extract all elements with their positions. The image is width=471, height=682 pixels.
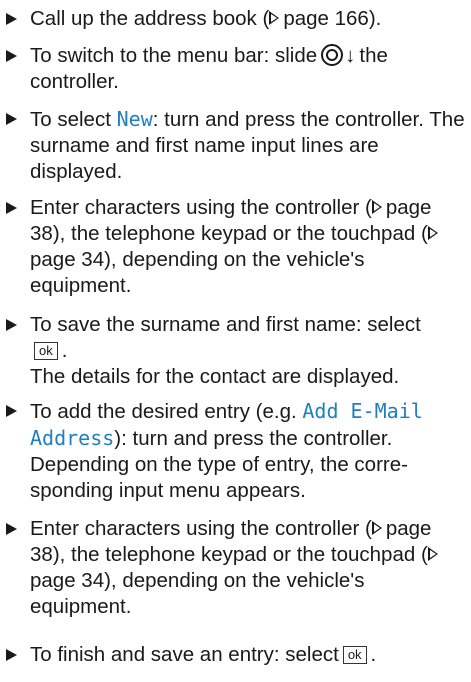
step-8: To finish and save an entry: select ok. bbox=[6, 642, 466, 668]
step-6: To add the desired entry (e.g. Add E-Mai… bbox=[6, 398, 466, 504]
step-text: To add the desired entry (e.g. bbox=[30, 400, 303, 423]
ok-softkey: ok bbox=[342, 646, 367, 664]
step-text: Enter characters using the controller ( bbox=[30, 196, 372, 219]
page-reference-arrow-icon bbox=[427, 226, 438, 240]
step-text: . bbox=[370, 643, 377, 666]
page-reference: page 34 bbox=[30, 248, 105, 271]
step-text: . bbox=[61, 339, 68, 362]
step-text: ), the telephone keypad or the touchpad … bbox=[52, 543, 428, 566]
display-term: New bbox=[116, 107, 153, 131]
step-text: To save the surname and first name: sele… bbox=[30, 313, 421, 336]
triangle-bullet-icon bbox=[6, 113, 17, 125]
step-text: Call up the address book ( bbox=[30, 7, 270, 30]
page-reference: page 34 bbox=[30, 569, 105, 592]
step-text: To finish and save an entry: select bbox=[30, 643, 339, 666]
page-reference-arrow-icon bbox=[269, 11, 280, 25]
controller-icon bbox=[321, 44, 344, 66]
step-text: ), the telephone keypad or the touchpad … bbox=[52, 222, 428, 245]
page-reference-arrow-icon bbox=[427, 547, 438, 561]
step-4: Enter characters using the controller ( p… bbox=[6, 195, 466, 299]
step-text: Enter characters using the controller ( bbox=[30, 517, 372, 540]
triangle-bullet-icon bbox=[6, 50, 17, 62]
step-text: ). bbox=[368, 7, 382, 30]
triangle-bullet-icon bbox=[6, 202, 17, 214]
step-result: The details for the contact are displaye… bbox=[30, 365, 400, 388]
step-text: To switch to the menu bar: slide bbox=[30, 44, 318, 67]
triangle-bullet-icon bbox=[6, 523, 17, 535]
triangle-bullet-icon bbox=[6, 319, 17, 331]
page-reference-arrow-icon bbox=[371, 200, 382, 214]
step-3: To select New: turn and press the contro… bbox=[6, 106, 466, 185]
ok-softkey: ok bbox=[34, 342, 58, 360]
step-1: Call up the address book ( page 166). bbox=[6, 6, 466, 32]
step-text: To select bbox=[30, 108, 117, 131]
slide-down-arrow: ↓ bbox=[345, 44, 356, 67]
step-2: To switch to the menu bar: slide ↓ the con… bbox=[6, 43, 466, 95]
triangle-bullet-icon bbox=[6, 649, 17, 661]
page-reference: page 166 bbox=[283, 7, 369, 30]
triangle-bullet-icon bbox=[6, 13, 17, 25]
page-reference-arrow-icon bbox=[371, 521, 382, 535]
triangle-bullet-icon bbox=[6, 405, 17, 417]
step-5: To save the surname and first name: sele… bbox=[6, 312, 466, 390]
step-7: Enter characters using the controller ( p… bbox=[6, 516, 466, 620]
